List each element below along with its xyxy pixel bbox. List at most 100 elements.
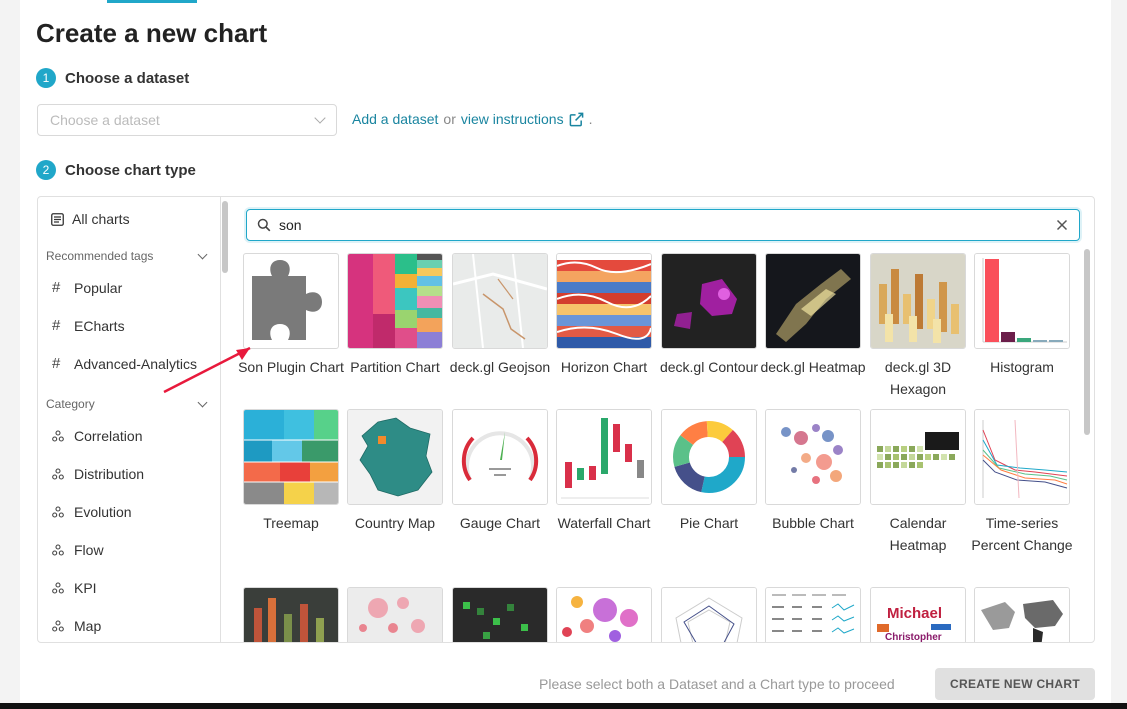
sidebar-item-all-charts[interactable]: All charts (51, 211, 130, 227)
chart-tile-label: Histogram (990, 359, 1054, 375)
chart-tile-label: Waterfall Chart (557, 515, 651, 531)
chart-thumbnail (347, 253, 443, 349)
city3d-thumbnail (244, 588, 338, 642)
chart-tile-label: Horizon Chart (560, 359, 648, 375)
chart-tile-deck-gl-3d-hexagon[interactable]: deck.gl 3D Hexagon (870, 253, 966, 400)
chart-tile-horizon-chart[interactable]: Horizon Chart (556, 253, 652, 378)
step-number: 1 (36, 68, 56, 88)
chart-tile[interactable] (452, 587, 548, 642)
chart-tile-time-series-percent-change[interactable]: Time-series Percent Change (971, 409, 1073, 556)
chart-tile[interactable] (661, 587, 757, 642)
step-number: 2 (36, 160, 56, 180)
dataset-select[interactable]: Choose a dataset (37, 104, 337, 136)
active-tab-indicator (107, 0, 197, 3)
chart-tile-label: Partition Chart (350, 359, 440, 375)
heatmap-thumbnail (766, 254, 860, 348)
chart-tile-partition-chart[interactable]: Partition Chart (347, 253, 443, 378)
contour-thumbnail (662, 254, 756, 348)
chart-tile-deck-gl-heatmap[interactable]: deck.gl Heatmap (760, 253, 866, 378)
chart-tile-deck-gl-geojson[interactable]: deck.gl Geojson (450, 253, 550, 378)
recommended-tags-header[interactable]: Recommended tags (46, 249, 208, 263)
category-icon (52, 544, 64, 556)
add-dataset-link[interactable]: Add a dataset (352, 111, 438, 127)
chart-tile-country-map[interactable]: Country Map (347, 409, 443, 534)
search-value: son (279, 217, 302, 233)
chart-tile-calendar-heatmap[interactable]: Calendar Heatmap (870, 409, 966, 556)
chart-tile[interactable] (556, 587, 652, 642)
close-icon[interactable] (1055, 218, 1069, 232)
search-icon (257, 218, 271, 232)
dataset-links: Add a dataset or view instructions . (352, 111, 592, 127)
chart-tile[interactable] (243, 587, 339, 642)
chart-tile-label: Bubble Chart (772, 515, 854, 531)
external-link-icon[interactable] (569, 112, 584, 127)
chart-thumbnail (870, 409, 966, 505)
chart-thumbnail (765, 587, 861, 642)
chart-tile-histogram[interactable]: Histogram (974, 253, 1070, 378)
sidebar-item-label: KPI (74, 580, 97, 596)
chart-tile[interactable]: Michael Christopher (870, 587, 966, 642)
table-sparklines-thumbnail (766, 588, 860, 642)
chart-thumbnail (556, 253, 652, 349)
sidebar-item-popular[interactable]: # Popular (52, 279, 122, 296)
sidebar-item-label: All charts (72, 211, 130, 227)
chart-grid-scrollbar[interactable] (1084, 249, 1090, 435)
chart-tile-treemap[interactable]: Treemap (243, 409, 339, 534)
chart-thumbnail (870, 253, 966, 349)
chart-tile-label: Treemap (263, 515, 319, 531)
chart-thumbnail (347, 409, 443, 505)
calendar-thumbnail (871, 410, 965, 504)
sidebar-item-echarts[interactable]: # ECharts (52, 317, 125, 334)
sidebar-item-distribution[interactable]: Distribution (52, 466, 144, 482)
page-title: Create a new chart (36, 18, 268, 48)
word-cloud-word: Michael (887, 605, 942, 622)
sidebar-item-map[interactable]: Map (52, 618, 101, 634)
partition-thumbnail (348, 254, 442, 348)
create-new-chart-button[interactable]: CREATE NEW CHART (935, 668, 1095, 700)
timeseries-thumbnail (975, 410, 1069, 504)
chart-thumbnail (661, 253, 757, 349)
chart-gallery: All charts Recommended tags # Popular # … (37, 196, 1095, 643)
pie-thumbnail (662, 410, 756, 504)
sidebar-item-label: Flow (74, 542, 104, 558)
chart-tile-pie-chart[interactable]: Pie Chart (661, 409, 757, 534)
chart-filter-sidebar: All charts Recommended tags # Popular # … (38, 197, 221, 642)
sidebar-item-kpi[interactable]: KPI (52, 580, 97, 596)
chart-thumbnail (974, 253, 1070, 349)
section-header-label: Category (46, 397, 95, 411)
sidebar-item-correlation[interactable]: Correlation (52, 428, 142, 444)
chart-thumbnail (452, 587, 548, 642)
sidebar-scrollbar[interactable] (222, 201, 228, 273)
chart-tile[interactable] (974, 587, 1070, 642)
chart-search-input[interactable]: son (246, 209, 1080, 241)
sidebar-item-label: Correlation (74, 428, 143, 444)
category-icon (52, 620, 64, 632)
step-choose-chart-type: 2 Choose chart type (36, 160, 196, 180)
chart-tile-waterfall-chart[interactable]: Waterfall Chart (556, 409, 652, 534)
footer-hint: Please select both a Dataset and a Chart… (539, 676, 895, 692)
chart-thumbnail (765, 409, 861, 505)
chart-tile[interactable] (765, 587, 861, 642)
sidebar-item-label: Map (74, 618, 102, 634)
chart-tile[interactable] (347, 587, 443, 642)
category-icon (52, 506, 64, 518)
step-label: Choose a dataset (65, 69, 190, 87)
category-icon (52, 430, 64, 442)
sidebar-item-label: Evolution (74, 504, 132, 520)
chart-thumbnail (556, 409, 652, 505)
sidebar-item-flow[interactable]: Flow (52, 542, 104, 558)
treemap-thumbnail (244, 410, 338, 504)
hash-icon: # (52, 279, 61, 296)
chart-tile-bubble-chart[interactable]: Bubble Chart (765, 409, 861, 534)
chart-tile-gauge-chart[interactable]: Gauge Chart (452, 409, 548, 534)
bubble-thumbnail (766, 410, 860, 504)
sidebar-item-evolution[interactable]: Evolution (52, 504, 132, 520)
gauge-thumbnail (453, 410, 547, 504)
chart-thumbnail (661, 587, 757, 642)
chart-thumbnail (974, 587, 1070, 642)
chart-thumbnail (974, 409, 1070, 505)
view-instructions-link[interactable]: view instructions (461, 111, 564, 127)
section-header-label: Recommended tags (46, 249, 154, 263)
chart-tile-deck-gl-contour[interactable]: deck.gl Contour (660, 253, 758, 378)
chart-thumbnail (452, 409, 548, 505)
